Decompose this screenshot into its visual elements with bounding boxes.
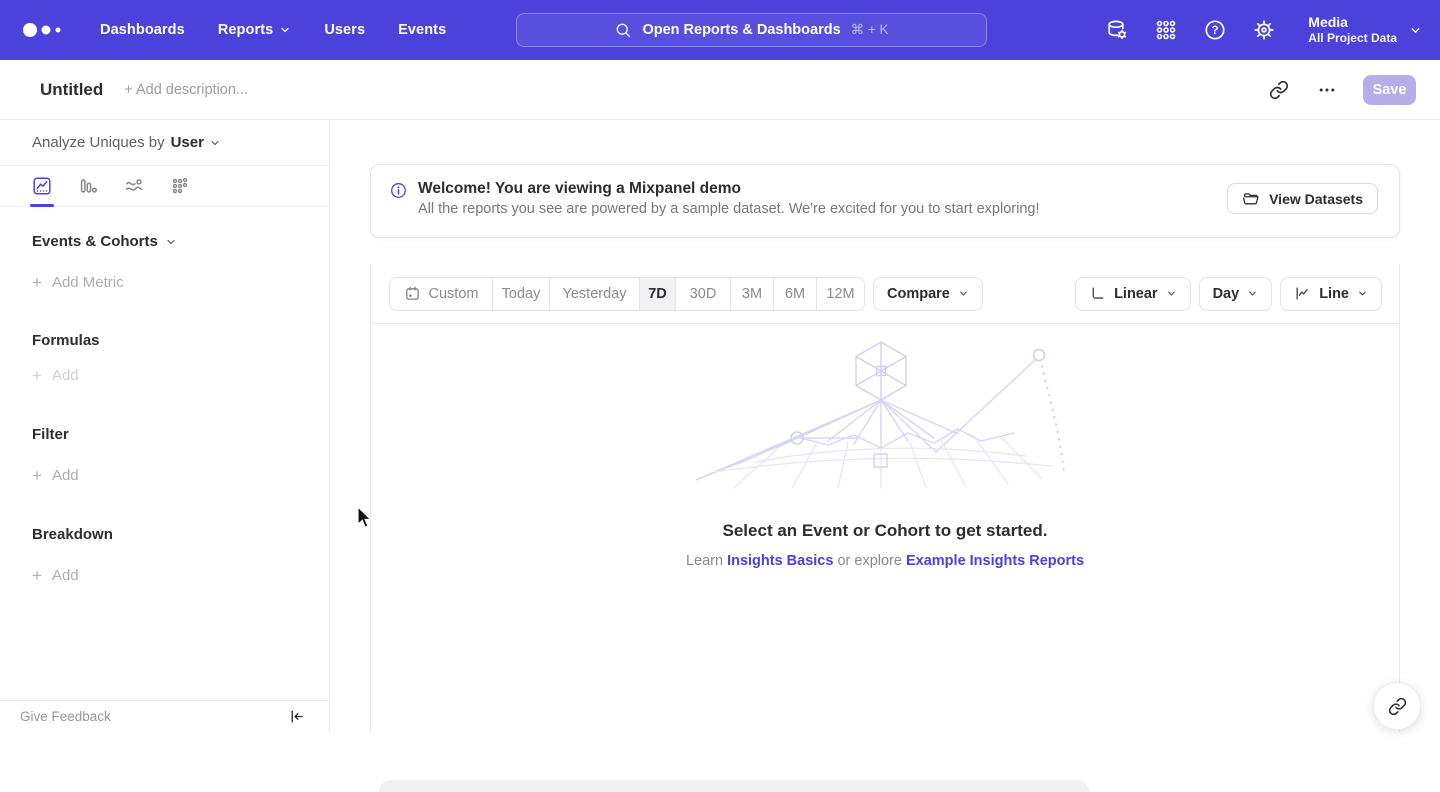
chevron-down-icon (1357, 288, 1368, 299)
nav-reports[interactable]: Reports (218, 22, 292, 38)
project-switcher[interactable]: Media All Project Data (1308, 13, 1422, 47)
formulas-header: Formulas (0, 332, 329, 349)
empty-state-title: Select an Event or Cohort to get started… (371, 521, 1399, 541)
bar-chart-icon (77, 175, 99, 197)
query-builder-sidebar: Analyze Uniques by User (0, 120, 330, 732)
events-cohorts-header[interactable]: Events & Cohorts (0, 233, 329, 250)
apps-grid-icon[interactable] (1153, 17, 1179, 43)
search-shortcut: ⌘ + K (851, 22, 889, 38)
tab-flows[interactable] (122, 174, 146, 198)
settings-gear-icon[interactable] (1251, 17, 1277, 43)
range-7d[interactable]: 7D (639, 278, 675, 310)
filter-header: Filter (0, 426, 329, 443)
mixpanel-logo[interactable] (22, 21, 68, 39)
give-feedback-link[interactable]: Give Feedback (20, 709, 111, 724)
line-chart-icon (31, 175, 53, 197)
breakdown-header: Breakdown (0, 526, 329, 543)
empty-state-links: Learn Insights Basics or explore Example… (371, 553, 1399, 569)
range-30d[interactable]: 30D (675, 278, 730, 310)
grid-dots-icon (169, 175, 191, 197)
chevron-down-icon (165, 236, 177, 248)
report-canvas: Welcome! You are viewing a Mixpanel demo… (330, 120, 1440, 732)
calendar-icon (404, 285, 421, 302)
compare-dropdown[interactable]: Compare (873, 277, 983, 311)
add-description-field[interactable]: + Add description... (124, 82, 248, 98)
copy-link-icon[interactable] (1267, 78, 1291, 102)
analyze-uniques-label: Analyze Uniques by (32, 134, 165, 151)
help-icon[interactable]: ? (1202, 17, 1228, 43)
welcome-banner: Welcome! You are viewing a Mixpanel demo… (370, 164, 1400, 238)
more-options-icon[interactable] (1315, 78, 1339, 102)
range-3m[interactable]: 3M (730, 278, 773, 310)
range-custom[interactable]: Custom (390, 278, 492, 310)
report-panel: Custom Today Yesterday 7D 30D 3M 6M 12M … (370, 264, 1400, 732)
banner-title: Welcome! You are viewing a Mixpanel demo (418, 180, 1040, 198)
info-icon (389, 181, 408, 200)
plus-icon: + (32, 467, 42, 484)
nav-users[interactable]: Users (324, 22, 365, 38)
line-chart-icon (1294, 285, 1311, 302)
add-formula-button[interactable]: + Add (0, 367, 329, 384)
chart-type-tabs (0, 166, 329, 207)
range-today[interactable]: Today (492, 278, 549, 310)
plus-icon: + (32, 274, 42, 291)
chart-type-dropdown[interactable]: Line (1280, 277, 1382, 311)
report-title[interactable]: Untitled (40, 80, 103, 100)
chevron-down-icon (279, 24, 291, 36)
svg-text:?: ? (1212, 25, 1219, 37)
report-header: Untitled + Add description... Save (0, 60, 1440, 120)
range-12m[interactable]: 12M (816, 278, 864, 310)
add-filter-button[interactable]: + Add (0, 467, 329, 484)
scale-dropdown[interactable]: Linear (1075, 277, 1191, 311)
interval-dropdown[interactable]: Day (1199, 277, 1273, 311)
banner-subtitle: All the reports you see are powered by a… (418, 201, 1040, 217)
search-icon (614, 21, 632, 39)
view-datasets-button[interactable]: View Datasets (1227, 183, 1378, 214)
share-link-button[interactable] (1373, 682, 1421, 730)
tab-insights-line[interactable] (30, 174, 54, 198)
example-reports-link[interactable]: Example Insights Reports (906, 553, 1084, 569)
project-scope: All Project Data (1308, 31, 1397, 47)
save-button[interactable]: Save (1363, 75, 1416, 105)
nav-right: ? Media All Project Data (1104, 0, 1422, 60)
analyze-by-dropdown[interactable]: User (171, 134, 221, 151)
range-yesterday[interactable]: Yesterday (549, 278, 639, 310)
data-management-icon[interactable] (1104, 17, 1130, 43)
tab-bar-chart[interactable] (76, 174, 100, 198)
search-placeholder: Open Reports & Dashboards (642, 22, 840, 38)
date-range-selector: Custom Today Yesterday 7D 30D 3M 6M 12M (389, 277, 865, 311)
link-icon (1388, 697, 1407, 716)
chevron-down-icon (958, 288, 969, 299)
plus-icon: + (32, 367, 42, 384)
plus-icon: + (32, 567, 42, 584)
top-nav: Dashboards Reports Users Events Open Rep… (0, 0, 1440, 60)
linear-axis-icon (1089, 285, 1106, 302)
nav-events[interactable]: Events (398, 22, 446, 38)
chevron-down-icon (209, 137, 221, 149)
add-metric-button[interactable]: + Add Metric (0, 274, 329, 291)
range-6m[interactable]: 6M (773, 278, 816, 310)
add-breakdown-button[interactable]: + Add (0, 567, 329, 584)
bottom-panel-edge[interactable] (379, 780, 1089, 792)
folder-icon (1242, 190, 1260, 208)
flows-icon (123, 175, 145, 197)
nav-dashboards[interactable]: Dashboards (100, 22, 185, 38)
empty-state: Select an Event or Cohort to get started… (371, 324, 1399, 731)
insights-basics-link[interactable]: Insights Basics (727, 553, 833, 569)
tab-grid-metrics[interactable] (168, 174, 192, 198)
active-tab-indicator (30, 204, 54, 207)
project-name: Media (1308, 13, 1397, 31)
controls-bar: Custom Today Yesterday 7D 30D 3M 6M 12M … (371, 264, 1399, 324)
chevron-down-icon (1247, 288, 1258, 299)
collapse-sidebar-icon[interactable] (285, 706, 307, 728)
empty-state-illustration (696, 338, 1076, 493)
global-search[interactable]: Open Reports & Dashboards ⌘ + K (516, 13, 987, 47)
chevron-down-icon (1166, 288, 1177, 299)
chevron-down-icon (1409, 24, 1422, 37)
primary-nav: Dashboards Reports Users Events (100, 22, 446, 38)
